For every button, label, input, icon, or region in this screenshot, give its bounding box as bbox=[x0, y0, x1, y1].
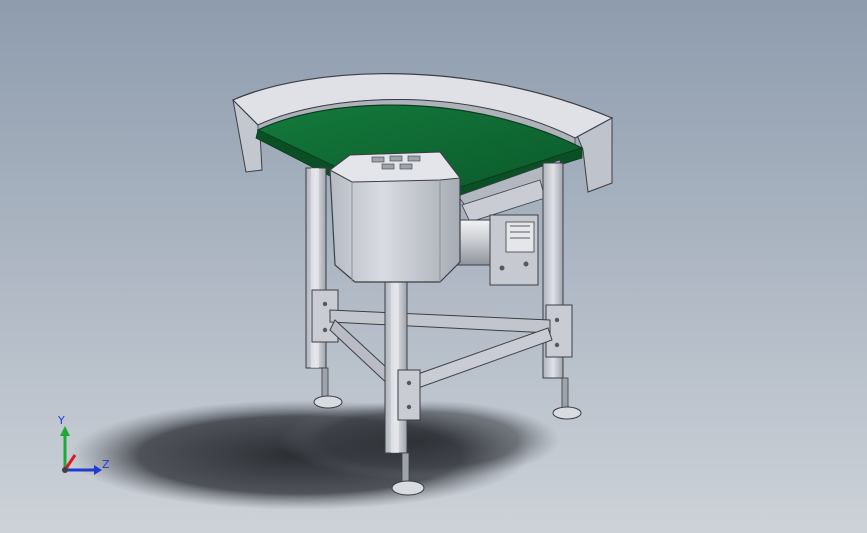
floor-shadow bbox=[70, 400, 560, 510]
leg-rear-right bbox=[542, 162, 582, 420]
graphics-viewport[interactable]: Y Z bbox=[0, 0, 867, 533]
triad-y-label: Y bbox=[58, 414, 65, 427]
cross-bracing bbox=[329, 309, 553, 389]
drive-housing bbox=[329, 151, 461, 283]
model-view[interactable] bbox=[0, 0, 867, 533]
triad-z-label: Z bbox=[102, 458, 110, 471]
drive-motor bbox=[451, 214, 539, 286]
